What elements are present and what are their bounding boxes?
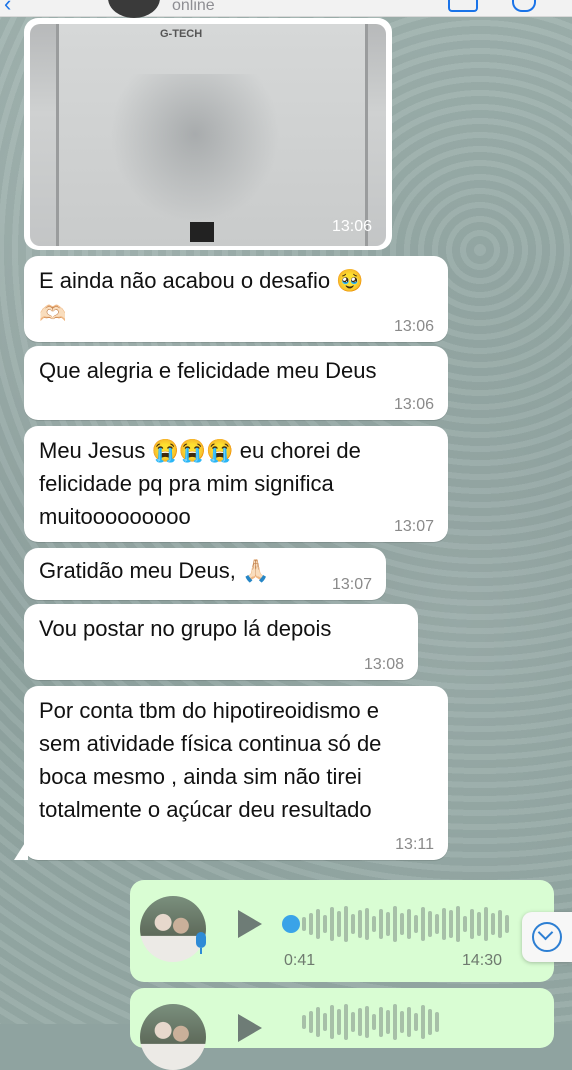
message-bubble[interactable]: Meu Jesus 😭😭😭 eu chorei de felicidade pq… (24, 426, 448, 542)
contact-status: online (172, 0, 215, 14)
message-time: 13:06 (331, 218, 372, 235)
scale-brand-label: G-TECH (160, 28, 203, 40)
audio-duration: 0:41 (284, 952, 316, 969)
message-text: Vou postar no grupo lá depois (39, 612, 331, 645)
message-line: Meu Jesus 😭😭😭 eu chorei de (39, 438, 361, 463)
message-time: 13:06 (393, 318, 434, 335)
message-bubble[interactable]: Vou postar no grupo lá depois 13:08 (24, 604, 418, 680)
message-bubble[interactable]: E ainda não acabou o desafio 🥹 🫶🏻 13:06 (24, 256, 448, 342)
sender-avatar (140, 1004, 206, 1070)
message-line: Por conta tbm do hipotireoidismo e (39, 698, 379, 723)
message-line: 🫶🏻 (39, 301, 67, 326)
video-call-icon[interactable] (448, 0, 478, 12)
microphone-icon (196, 932, 206, 954)
message-time: 14:30 (462, 952, 503, 969)
voice-message[interactable]: 0:41 14:30 (130, 880, 554, 982)
contact-avatar[interactable] (108, 0, 160, 18)
message-text: Gratidão meu Deus, 🙏🏻 (39, 554, 269, 587)
message-text: Que alegria e felicidade meu Deus (39, 354, 377, 387)
chevron-left-icon[interactable]: ‹ (4, 0, 11, 15)
message-bubble[interactable]: Por conta tbm do hipotireoidismo e sem a… (24, 686, 448, 860)
voice-message[interactable] (130, 988, 554, 1070)
message-text: Por conta tbm do hipotireoidismo e sem a… (39, 694, 381, 826)
play-icon[interactable] (238, 910, 262, 938)
message-line: totalmente o açúcar deu resultado (39, 797, 372, 822)
message-time: 13:11 (395, 836, 434, 853)
message-line: Vou postar no grupo lá depois (39, 616, 332, 641)
message-text: E ainda não acabou o desafio 🥹 🫶🏻 (39, 264, 364, 330)
audio-waveform[interactable] (302, 1002, 512, 1042)
message-line: sem atividade física continua só de (39, 731, 382, 756)
message-line: E ainda não acabou o desafio 🥹 (39, 268, 364, 293)
message-line: Que alegria e felicidade meu Deus (39, 358, 377, 383)
play-icon[interactable] (238, 1014, 262, 1042)
scale-object (190, 222, 214, 242)
message-line: Gratidão meu Deus, 🙏🏻 (39, 558, 270, 583)
audio-waveform[interactable] (302, 904, 512, 944)
message-time: 13:07 (393, 518, 434, 535)
sender-avatar (140, 896, 206, 962)
message-bubble[interactable]: Gratidão meu Deus, 🙏🏻 13:07 (24, 548, 386, 600)
message-line: felicidade pq pra mim significa (39, 471, 334, 496)
bubble-tail (14, 838, 28, 860)
message-time: 13:07 (331, 576, 372, 593)
scale-photo[interactable]: G-TECH 13:06 (30, 24, 386, 246)
voice-call-icon[interactable] (512, 0, 536, 12)
playback-scrubber[interactable] (282, 915, 300, 933)
chat-header: ‹ online (0, 0, 572, 18)
message-line: muitooooooooo (39, 504, 191, 529)
scroll-to-bottom-button[interactable] (522, 912, 572, 962)
photo-message[interactable]: G-TECH 13:06 (24, 18, 392, 250)
message-time: 13:06 (393, 396, 434, 413)
message-bubble[interactable]: Que alegria e felicidade meu Deus 13:06 (24, 346, 448, 420)
message-line: boca mesmo , ainda sim não tirei (39, 764, 362, 789)
message-time: 13:08 (363, 656, 404, 673)
message-text: Meu Jesus 😭😭😭 eu chorei de felicidade pq… (39, 434, 361, 533)
